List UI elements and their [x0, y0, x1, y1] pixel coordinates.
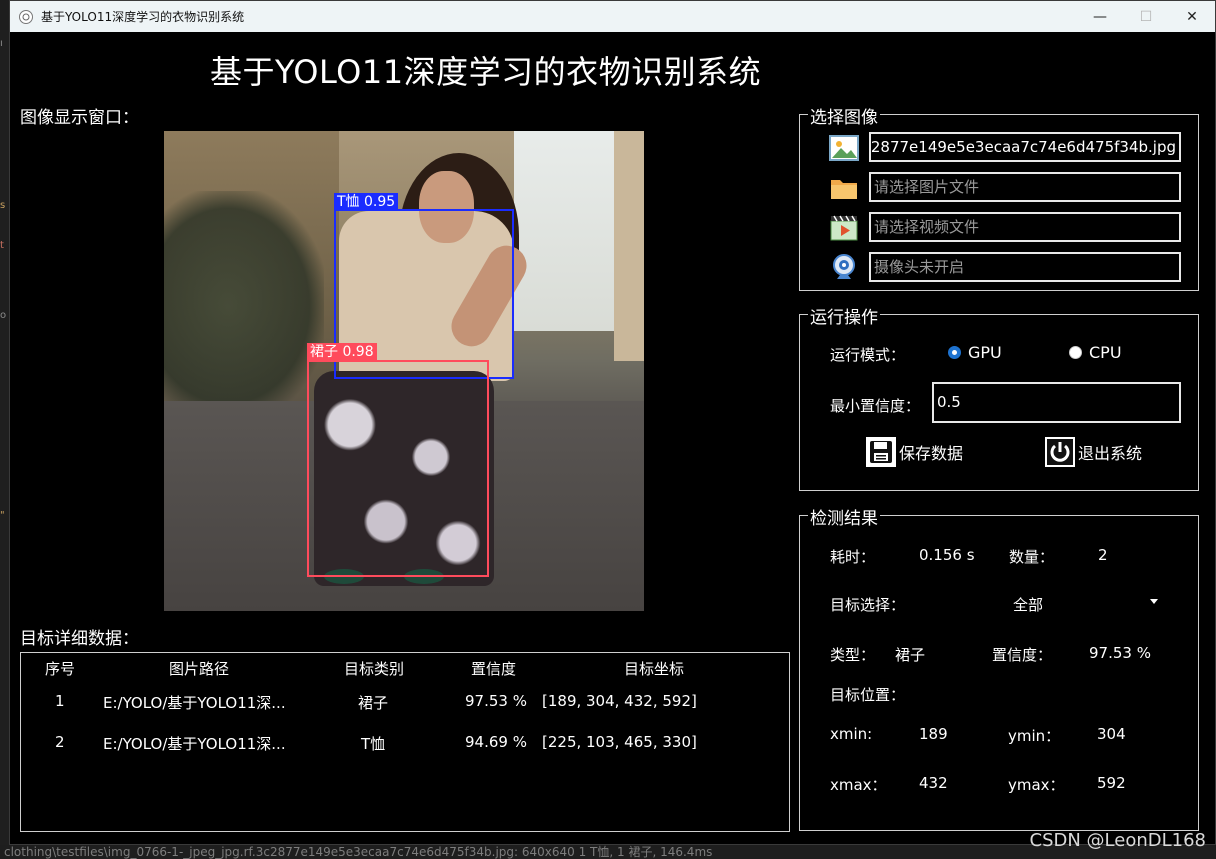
- window-title: 基于YOLO11深度学习的衣物识别系统: [41, 10, 245, 24]
- table-cell-path: E:/YOLO/基于YOLO11深...: [103, 694, 286, 712]
- save-icon: [866, 437, 896, 467]
- chevron-down-icon: [1150, 599, 1158, 604]
- table-header-coords: 目标坐标: [624, 660, 685, 678]
- xmax-label: xmax：: [830, 776, 887, 794]
- cpu-radio[interactable]: CPU: [1069, 343, 1122, 362]
- camera-icon[interactable]: [829, 252, 859, 282]
- type-value: 裙子: [895, 646, 926, 664]
- confidence-value: 97.53 %: [1089, 644, 1151, 662]
- app-window: 基于YOLO11深度学习的衣物识别系统 — ☐ ✕ 基于YOLO11深度学习的衣…: [9, 0, 1216, 845]
- page-title: 基于YOLO11深度学习的衣物识别系统: [210, 53, 762, 91]
- table-header-class: 目标类别: [344, 660, 405, 678]
- time-label: 耗时：: [830, 548, 876, 566]
- xmax-value: 432: [919, 774, 948, 792]
- title-bar: 基于YOLO11深度学习的衣物识别系统 — ☐ ✕: [10, 1, 1215, 32]
- exit-system-button[interactable]: 退出系统: [1045, 437, 1142, 467]
- xmin-value: 189: [919, 725, 948, 743]
- table-cell-confidence: 97.53 %: [465, 692, 527, 710]
- details-label: 目标详细数据：: [20, 629, 139, 649]
- xmin-label: xmin:: [830, 725, 873, 743]
- type-label: 类型：: [830, 646, 876, 664]
- table-cell-coords: [225, 103, 465, 330]: [542, 733, 697, 751]
- detection-result-group: 检测结果 耗时： 0.156 s 数量： 2 目标选择： 全部 类型： 裙子 置…: [799, 504, 1199, 831]
- detection-label-tshirt: T恤 0.95: [334, 193, 399, 211]
- photo-background-ivy: [164, 191, 324, 421]
- run-operation-group: 运行操作 运行模式： GPU CPU 最小置信度： 0.5 保存数据 退出系统: [799, 303, 1199, 491]
- table-cell-index: 1: [55, 692, 65, 710]
- min-confidence-input[interactable]: 0.5: [932, 382, 1181, 423]
- details-table: 序号 图片路径 目标类别 置信度 目标坐标 1 E:/YOLO/基于YOLO11…: [20, 652, 790, 832]
- detection-label-skirt: 裙子 0.98: [307, 343, 377, 361]
- ymax-value: 592: [1097, 774, 1126, 792]
- table-cell-coords: [189, 304, 432, 592]: [542, 692, 697, 710]
- save-data-button[interactable]: 保存数据: [866, 437, 963, 467]
- image-icon[interactable]: [829, 133, 859, 163]
- table-cell-confidence: 94.69 %: [465, 733, 527, 751]
- power-icon: [1045, 437, 1075, 467]
- save-data-label: 保存数据: [899, 444, 964, 463]
- table-cell-class: 裙子: [358, 694, 389, 712]
- maximize-button[interactable]: ☐: [1123, 1, 1169, 32]
- exit-system-label: 退出系统: [1078, 444, 1143, 463]
- table-cell-path: E:/YOLO/基于YOLO11深...: [103, 735, 286, 753]
- count-value: 2: [1098, 546, 1108, 564]
- confidence-label: 置信度：: [992, 646, 1053, 664]
- ymin-label: ymin：: [1008, 727, 1061, 745]
- gpu-radio-label: GPU: [968, 343, 1002, 362]
- folder-icon[interactable]: [829, 172, 859, 202]
- ymax-label: ymax：: [1008, 776, 1065, 794]
- table-header-confidence: 置信度: [471, 660, 517, 678]
- image-file-input[interactable]: c2877e149e5e3ecaa7c74e6d475f34b.jpg: [869, 132, 1181, 162]
- run-mode-label: 运行模式：: [830, 346, 906, 364]
- cpu-radio-indicator: [1069, 346, 1082, 359]
- time-value: 0.156 s: [919, 546, 975, 564]
- select-image-group-title: 选择图像: [808, 103, 880, 128]
- ymin-value: 304: [1097, 725, 1126, 743]
- detection-box-skirt: [307, 360, 489, 577]
- video-file-input[interactable]: 请选择视频文件: [869, 212, 1181, 242]
- target-select-dropdown[interactable]: 全部: [830, 593, 1180, 615]
- select-image-group: 选择图像 c2877e149e5e3ecaa7c74e6d475f34b.jpg…: [799, 103, 1199, 291]
- target-position-label: 目标位置：: [830, 686, 906, 704]
- minimize-button[interactable]: —: [1077, 1, 1123, 32]
- video-icon[interactable]: [829, 212, 859, 242]
- photo-background-building: [614, 131, 644, 361]
- watermark: CSDN @LeonDL168: [1029, 830, 1207, 851]
- count-label: 数量：: [1009, 548, 1055, 566]
- image-folder-input[interactable]: 请选择图片文件: [869, 172, 1181, 202]
- table-header-index: 序号: [45, 660, 76, 678]
- gpu-radio-indicator: [948, 346, 961, 359]
- cpu-radio-label: CPU: [1089, 343, 1122, 362]
- run-operation-group-title: 运行操作: [808, 303, 880, 328]
- detection-result-group-title: 检测结果: [808, 504, 880, 529]
- table-cell-class: T恤: [361, 735, 386, 753]
- table-header-path: 图片路径: [169, 660, 230, 678]
- min-confidence-label: 最小置信度：: [830, 397, 921, 415]
- app-icon: [19, 9, 33, 24]
- image-display-panel: T恤 0.95 裙子 0.98: [164, 131, 644, 611]
- gpu-radio[interactable]: GPU: [948, 343, 1002, 362]
- camera-input[interactable]: 摄像头未开启: [869, 252, 1181, 282]
- image-window-label: 图像显示窗口：: [20, 108, 139, 128]
- target-select-value: 全部: [1013, 596, 1044, 614]
- table-cell-index: 2: [55, 733, 65, 751]
- close-button[interactable]: ✕: [1169, 1, 1215, 32]
